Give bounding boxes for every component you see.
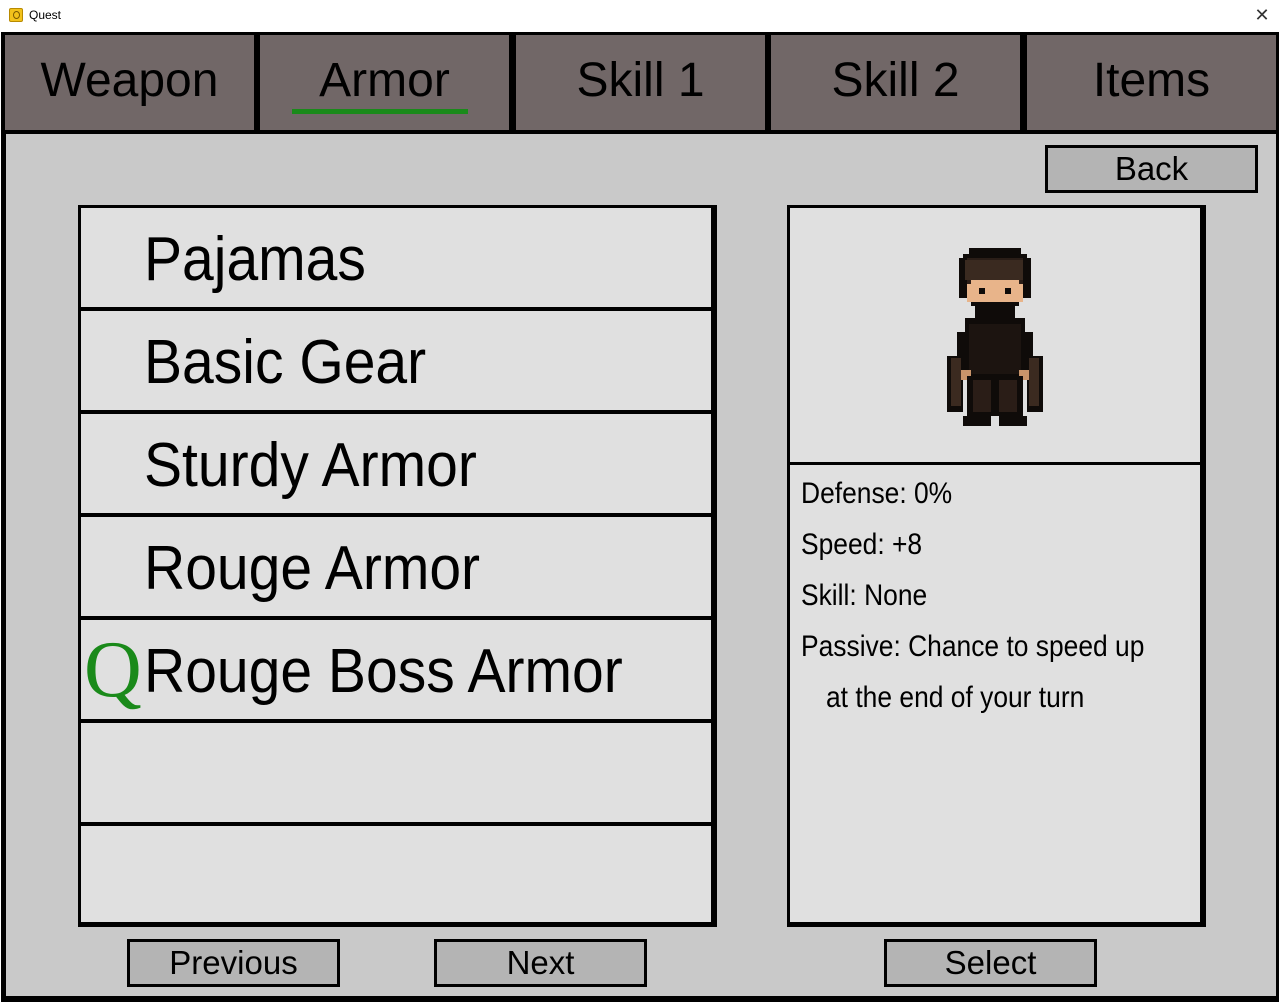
- active-tab-underline: [292, 109, 468, 114]
- armor-name: Rouge Armor: [144, 534, 481, 603]
- tab-label: Skill 2: [831, 54, 960, 107]
- tab-armor[interactable]: Armor: [260, 35, 509, 130]
- next-button[interactable]: Next: [434, 939, 647, 987]
- tab-skill-2[interactable]: Skill 2: [771, 35, 1020, 130]
- detail-panel: Defense: 0% Speed: +8 Skill: None Passiv…: [787, 205, 1206, 927]
- stat-passive-cont: at the end of your turn: [826, 681, 1085, 714]
- armor-name: Pajamas: [144, 225, 366, 294]
- app-icon: [9, 8, 23, 22]
- stat-defense: Defense: 0%: [801, 477, 953, 510]
- stat-skill: Skill: None: [801, 579, 928, 612]
- portrait-box: [790, 208, 1200, 462]
- title-bar: Quest ✕: [0, 0, 1280, 32]
- armor-name: Rouge Boss Armor: [144, 637, 623, 706]
- list-item[interactable]: Sturdy Armor: [81, 414, 711, 513]
- tab-label: Items: [1092, 54, 1211, 107]
- armor-name: Basic Gear: [144, 328, 427, 397]
- tab-label: Skill 1: [576, 54, 705, 107]
- stat-speed: Speed: +8: [801, 528, 923, 561]
- close-icon[interactable]: ✕: [1250, 4, 1274, 26]
- equipped-marker: Q: [84, 626, 142, 714]
- list-item[interactable]: Basic Gear: [81, 311, 711, 410]
- list-item-equipped[interactable]: Q Rouge Boss Armor: [81, 620, 711, 719]
- stat-passive: Passive: Chance to speed up: [801, 630, 1145, 663]
- tab-skill-1[interactable]: Skill 1: [516, 35, 765, 130]
- armor-list: Pajamas Basic Gear Sturdy Armor Rouge Ar…: [78, 205, 717, 927]
- list-item-empty[interactable]: [81, 723, 711, 822]
- tab-items[interactable]: Items: [1027, 35, 1276, 130]
- list-item[interactable]: Pajamas: [81, 208, 711, 307]
- list-item-empty[interactable]: [81, 826, 711, 922]
- previous-button[interactable]: Previous: [127, 939, 340, 987]
- tab-label: Weapon: [40, 54, 219, 107]
- tab-weapon[interactable]: Weapon: [5, 35, 254, 130]
- stats-box: Defense: 0% Speed: +8 Skill: None Passiv…: [790, 465, 1200, 922]
- character-sprite-icon: [947, 248, 1043, 426]
- back-button[interactable]: Back: [1045, 145, 1258, 193]
- armor-name: Sturdy Armor: [144, 431, 477, 500]
- list-item[interactable]: Rouge Armor: [81, 517, 711, 616]
- select-button[interactable]: Select: [884, 939, 1097, 987]
- tab-label: Armor: [319, 54, 450, 107]
- window-title: Quest: [29, 8, 62, 22]
